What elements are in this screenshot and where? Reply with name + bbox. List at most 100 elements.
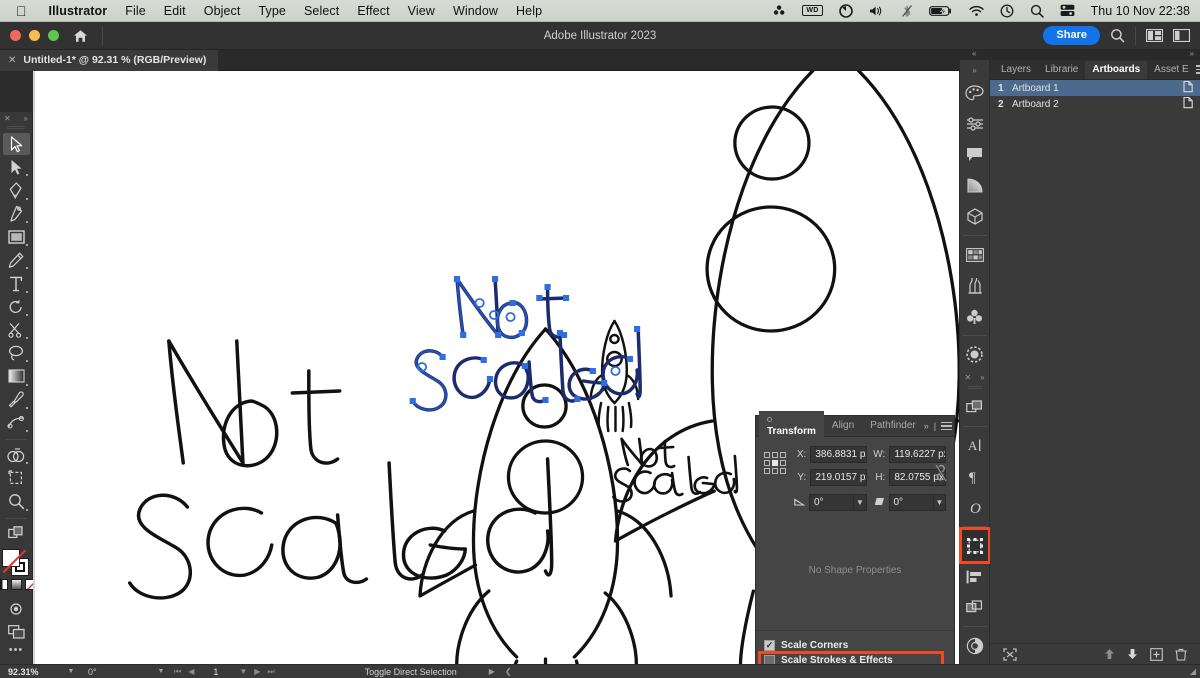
zoom-dropdown-icon[interactable]: ▼ (60, 668, 82, 675)
close-window-button[interactable] (10, 30, 21, 41)
menu-item-object[interactable]: Object (195, 4, 250, 18)
link-broken-icon[interactable] (934, 463, 948, 488)
curvature-tool[interactable] (3, 203, 30, 225)
edit-toolbar-icon[interactable] (3, 523, 30, 545)
artboard-row-2[interactable]: 2 Artboard 2 (990, 96, 1200, 112)
ref-tr[interactable] (780, 452, 786, 458)
battery-charging-icon[interactable] (921, 0, 961, 22)
align-icon[interactable] (962, 561, 988, 592)
search-icon[interactable] (1022, 0, 1052, 22)
artboard-name[interactable]: Artboard 1 (1012, 83, 1182, 94)
eyedropper-tool[interactable] (3, 389, 30, 411)
rotation-level[interactable]: 0° (82, 667, 150, 677)
menu-item-edit[interactable]: Edit (155, 4, 195, 18)
rotation-angle-field[interactable]: 0° (809, 494, 855, 511)
rotation-dropdown-icon[interactable]: ▼ (150, 668, 172, 675)
menu-item-effect[interactable]: Effect (348, 4, 398, 18)
control-center-icon[interactable] (1052, 0, 1083, 22)
appearance-icon[interactable] (962, 630, 988, 661)
menu-item-file[interactable]: File (116, 4, 155, 18)
close-icon[interactable]: ✕ (4, 114, 11, 123)
ref-tl[interactable] (764, 452, 770, 458)
gradient-mode-icon[interactable] (10, 578, 22, 590)
circle-arrow-icon[interactable] (831, 0, 861, 22)
artboard-tool[interactable] (3, 467, 30, 489)
blend-tool[interactable] (3, 412, 30, 434)
swatches-icon[interactable] (962, 239, 988, 270)
maximize-window-button[interactable] (48, 30, 59, 41)
menu-bar-clock[interactable]: Thu 10 Nov 22:38 (1083, 4, 1190, 18)
chevron-double-right-icon[interactable]: » (924, 421, 929, 431)
shear-angle-dropdown[interactable]: ▼ (933, 494, 946, 511)
artboard-row-1[interactable]: 1 Artboard 1 (990, 80, 1200, 96)
panel-menu-icon[interactable] (941, 421, 953, 431)
artboards-panel[interactable]: « » Layers Librarie Artboards Asset E 1 … (972, 49, 1200, 664)
tools-panel-grip[interactable] (7, 126, 25, 131)
tab-layers[interactable]: Layers (994, 61, 1038, 79)
direct-selection-tool[interactable] (3, 156, 30, 178)
pen-tool[interactable] (3, 179, 30, 201)
expand-icon[interactable]: » (980, 373, 984, 382)
move-down-icon[interactable] (1121, 648, 1144, 660)
color-palette-icon[interactable] (962, 77, 988, 108)
current-artboard-number[interactable]: 1 (201, 667, 232, 677)
shape-builder-tool[interactable] (3, 444, 30, 466)
more-tools-icon[interactable]: ••• (9, 644, 24, 664)
zoom-level[interactable]: 92.31% (0, 667, 60, 677)
back-icon[interactable]: ❮ (505, 667, 512, 676)
artboard-options-icon[interactable] (1182, 80, 1194, 96)
time-machine-icon[interactable] (992, 0, 1022, 22)
type-tool[interactable] (3, 272, 30, 294)
ref-bl[interactable] (764, 468, 770, 474)
properties-sliders-icon[interactable] (962, 108, 988, 139)
rearrange-artboards-icon[interactable] (997, 647, 1023, 661)
rotation-angle-dropdown[interactable]: ▼ (854, 494, 867, 511)
reference-point-selector[interactable] (764, 452, 786, 474)
chevron-double-right-icon[interactable]: » (1190, 49, 1194, 58)
scissors-tool[interactable] (3, 319, 30, 341)
brushes-icon[interactable] (962, 270, 988, 301)
ref-br[interactable] (780, 468, 786, 474)
stroke-icon[interactable] (962, 339, 988, 370)
gradient-tool[interactable] (3, 365, 30, 387)
lasso-tool[interactable] (3, 342, 30, 364)
menu-item-select[interactable]: Select (295, 4, 348, 18)
page-dropdown-icon[interactable]: ▼ (239, 667, 247, 676)
minimize-window-button[interactable] (29, 30, 40, 41)
artboard-options-icon[interactable] (1182, 96, 1194, 112)
tab-libraries[interactable]: Librarie (1038, 61, 1085, 79)
chevron-double-right-icon[interactable]: » (972, 66, 976, 75)
rotate-tool[interactable] (3, 296, 30, 318)
ref-ml[interactable] (764, 460, 770, 466)
comments-icon[interactable] (962, 139, 988, 170)
share-button[interactable]: Share (1043, 25, 1100, 46)
x-field[interactable]: 386.8831 px (810, 446, 867, 463)
dock-grip[interactable] (967, 386, 982, 390)
play-icon[interactable]: ▶ (489, 667, 495, 676)
tab-pathfinder[interactable]: Pathfinder (862, 416, 924, 436)
drawing-mode-icon[interactable] (3, 598, 30, 620)
search-icon[interactable] (1110, 28, 1125, 43)
delete-artboard-icon[interactable] (1169, 648, 1193, 661)
tab-align[interactable]: Align (824, 416, 862, 436)
wd-drive-icon[interactable]: WD (794, 0, 830, 22)
rectangle-tool[interactable] (3, 226, 30, 248)
menu-item-window[interactable]: Window (444, 4, 507, 18)
zoom-tool[interactable] (3, 490, 30, 512)
prev-page-icon[interactable]: ◀ (188, 667, 194, 676)
volume-icon[interactable] (861, 0, 893, 22)
expand-icon[interactable]: » (24, 114, 28, 123)
w-field[interactable]: 119.6227 px (889, 446, 946, 463)
apple-icon[interactable]:  (16, 4, 27, 18)
ref-tc[interactable] (772, 452, 778, 458)
3d-cube-icon[interactable] (962, 201, 988, 232)
screen-mode-icon[interactable] (3, 621, 30, 643)
menu-item-help[interactable]: Help (507, 4, 551, 18)
dropbox-icon[interactable] (765, 0, 794, 22)
tab-asset-export[interactable]: Asset E (1147, 61, 1195, 79)
first-page-icon[interactable]: ⏮ (174, 667, 181, 677)
ref-mr[interactable] (780, 460, 786, 466)
scale-corners-row[interactable]: Scale Corners (764, 640, 954, 651)
transform-icon[interactable] (958, 527, 991, 564)
document-tab[interactable]: ✕ Untitled-1* @ 92.31 % (RGB/Preview) (0, 49, 219, 71)
